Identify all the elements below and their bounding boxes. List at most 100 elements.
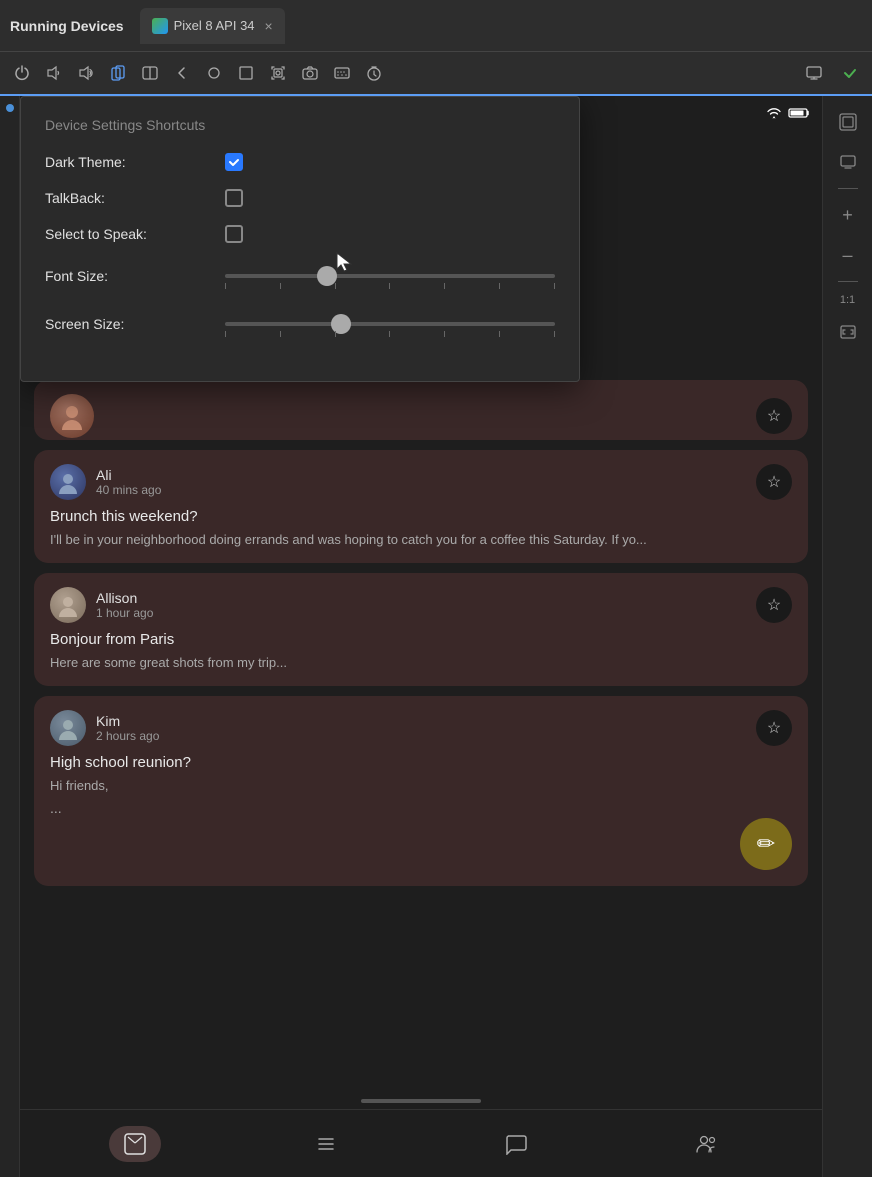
allison-star-button[interactable]: ☆ [756,587,792,623]
nav-mail-button[interactable] [109,1126,161,1162]
keyboard-icon[interactable] [328,59,356,87]
overview-icon[interactable] [232,59,260,87]
zoom-divider-bottom [838,281,858,282]
talkback-row: TalkBack: [45,189,555,207]
stk-4 [389,331,390,337]
settings-popup: Device Settings Shortcuts Dark Theme: Ta… [20,96,580,382]
battery-icon [788,107,810,122]
screenshot-icon[interactable] [264,59,292,87]
settings-popup-title: Device Settings Shortcuts [45,117,555,133]
check-icon[interactable] [836,59,864,87]
ali-message-card[interactable]: Ali 40 mins ago ☆ Brunch this weekend? I… [34,450,808,563]
device-screen: ☆ ... Ali [20,96,822,1177]
left-sidebar [0,96,20,1177]
fold-icon[interactable] [136,59,164,87]
first-card-star-button[interactable]: ☆ [756,398,792,434]
font-size-track [225,274,555,278]
allison-card-preview: Here are some great shots from my trip..… [50,654,792,672]
toolbar-right [800,59,864,87]
tick-6 [499,283,500,289]
kim-card-subject: High school reunion? [50,754,792,771]
display-settings-icon[interactable] [800,59,828,87]
kim-message-card[interactable]: Kim 2 hours ago ☆ High school reunion? H… [34,696,808,885]
screen-size-row: Screen Size: [45,309,555,339]
toolbar [0,52,872,96]
wifi-icon [766,107,782,122]
nav-chat-button[interactable] [490,1126,542,1162]
tick-1 [225,283,226,289]
timer-icon[interactable] [360,59,388,87]
tick-3 [335,283,336,289]
cards-area: ☆ ... Ali [20,372,822,894]
home-icon[interactable] [200,59,228,87]
allison-card-subject: Bonjour from Paris [50,631,792,648]
aspect-ratio-button[interactable] [834,318,862,346]
stk-3 [335,331,336,337]
nav-people-button[interactable] [681,1126,733,1162]
camera-icon[interactable] [296,59,324,87]
stk-5 [444,331,445,337]
ali-card-preview: I'll be in your neighborhood doing erran… [50,531,792,549]
tick-5 [444,283,445,289]
zoom-out-button[interactable]: – [834,241,862,269]
screen-size-ticks [225,331,555,337]
dark-theme-row: Dark Theme: [45,153,555,171]
right-panel: + – 1:1 [822,96,872,1177]
extend-button[interactable] [834,108,862,136]
bottom-navigation [20,1109,822,1177]
nav-list-button[interactable] [300,1126,352,1162]
dark-theme-label: Dark Theme: [45,154,225,170]
minus-icon: – [842,245,852,266]
talkback-checkbox[interactable] [225,189,243,207]
back-icon[interactable] [168,59,196,87]
font-size-row: Font Size: [45,261,555,291]
allison-sender-name: Allison [96,590,756,606]
screen-size-slider[interactable] [225,309,555,339]
stk-2 [280,331,281,337]
zoom-in-button[interactable]: + [834,201,862,229]
select-to-speak-label: Select to Speak: [45,226,225,242]
tab-close-button[interactable]: × [265,18,273,34]
talkback-label: TalkBack: [45,190,225,206]
top-bar: Running Devices Pixel 8 API 34 × [0,0,872,52]
rotate-icon[interactable] [104,59,132,87]
first-message-card[interactable]: ☆ ... [34,380,808,440]
volume-up-icon[interactable] [72,59,100,87]
first-card-avatar [50,394,94,438]
font-size-slider[interactable] [225,261,555,291]
kim-avatar [50,710,86,746]
stk-1 [225,331,226,337]
main-area: ☆ ... Ali [0,96,872,1177]
volume-down-icon[interactable] [40,59,68,87]
font-size-ticks [225,283,555,289]
ali-sender-time: 40 mins ago [96,483,756,497]
select-to-speak-checkbox[interactable] [225,225,243,243]
plus-icon: + [842,205,853,226]
kim-star-button[interactable]: ☆ [756,710,792,746]
scroll-indicator [361,1099,481,1103]
font-size-label: Font Size: [45,268,225,284]
kim-card-preview: Hi friends, [50,777,792,795]
ali-star-button[interactable]: ☆ [756,464,792,500]
fab-compose-button[interactable]: ✏ [740,818,792,870]
device-tab-label: Pixel 8 API 34 [174,18,255,33]
tick-4 [389,283,390,289]
allison-avatar [50,587,86,623]
kim-card-ellipsis: ... [50,800,792,816]
app-title: Running Devices [10,18,124,34]
device-tab[interactable]: Pixel 8 API 34 × [140,8,285,44]
power-icon[interactable] [8,59,36,87]
right-panel-screen-button[interactable] [834,148,862,176]
ali-avatar [50,464,86,500]
ali-card-subject: Brunch this weekend? [50,508,792,525]
tick-2 [280,283,281,289]
allison-message-card[interactable]: Allison 1 hour ago ☆ Bonjour from Paris … [34,573,808,686]
kim-sender-name: Kim [96,713,756,729]
select-to-speak-row: Select to Speak: [45,225,555,243]
zoom-divider-top [838,188,858,189]
screen-size-track [225,322,555,326]
ali-sender-name: Ali [96,467,756,483]
dark-theme-checkbox[interactable] [225,153,243,171]
kim-sender-time: 2 hours ago [96,729,756,743]
stk-6 [499,331,500,337]
